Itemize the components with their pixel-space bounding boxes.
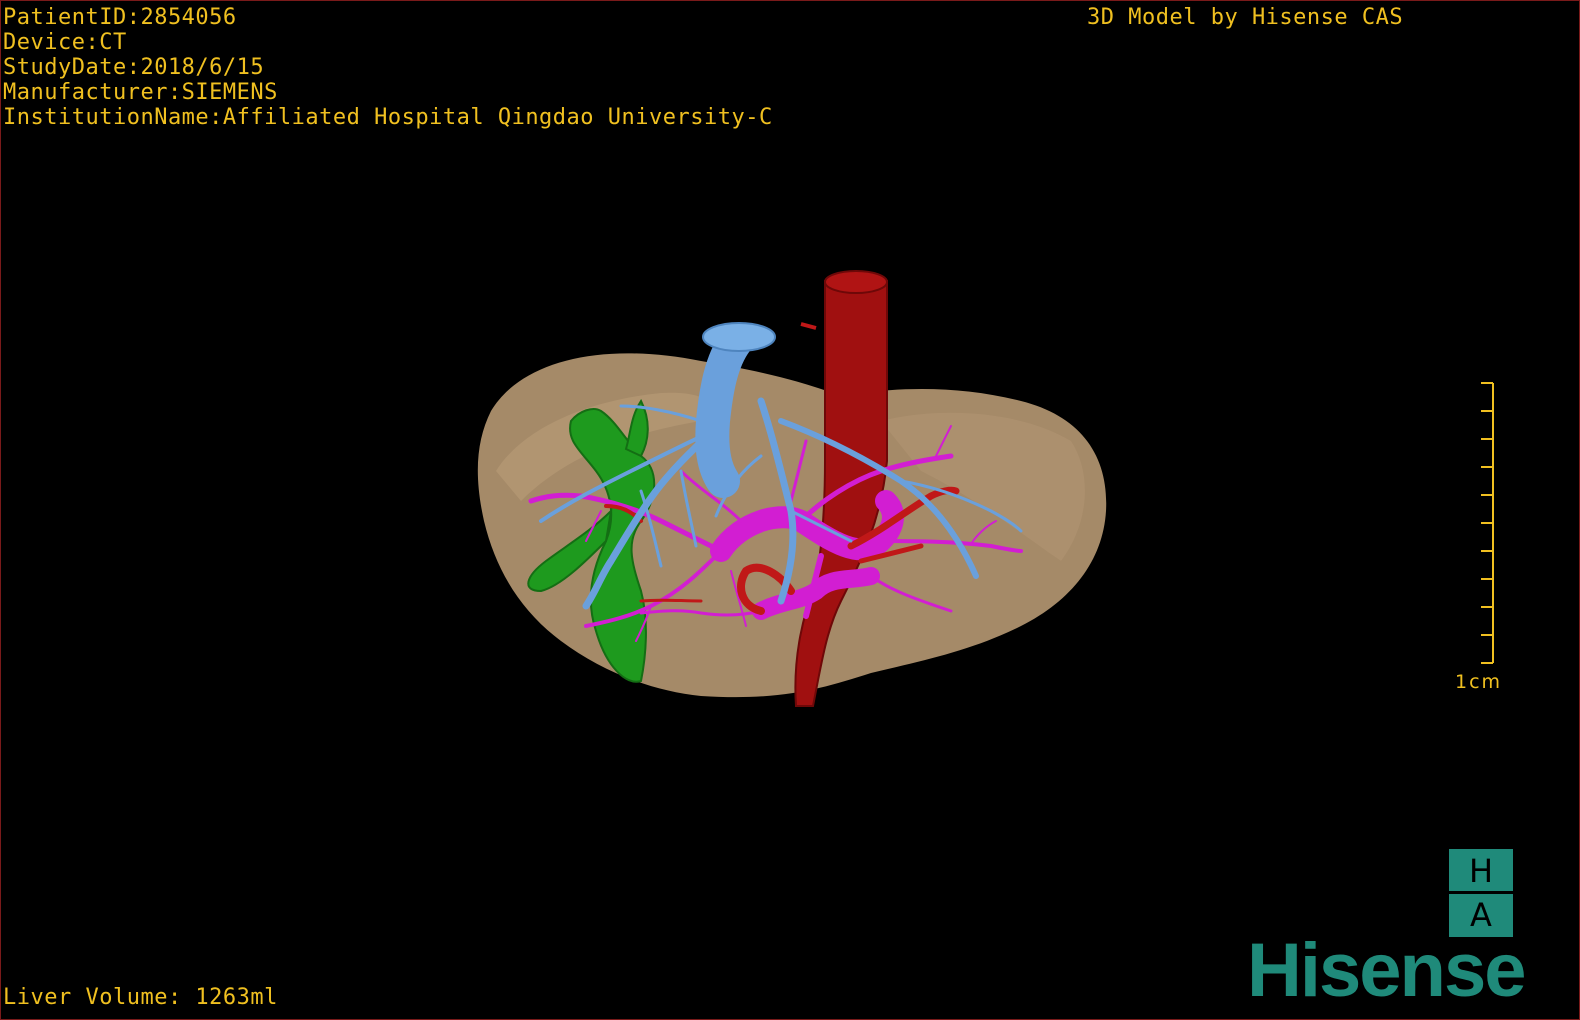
logo-letter-top: H (1468, 852, 1494, 890)
liver-volume-label: Liver Volume: 1263ml (3, 985, 278, 1010)
hisense-logo: Hisense (1247, 928, 1526, 1013)
vena-cava-top (702, 322, 776, 352)
device-label: Device:CT (3, 30, 127, 55)
logo-divider (1449, 891, 1513, 894)
dicom-metadata: PatientID:2854056 Device:CT StudyDate:20… (3, 5, 773, 130)
study-date-label: StudyDate:2018/6/15 (3, 55, 265, 80)
patient-id-label: PatientID:2854056 (3, 5, 237, 30)
model-credit-label: 3D Model by Hisense CAS (1087, 5, 1404, 30)
liver-3d-model[interactable] (1, 1, 1579, 1019)
render-viewport[interactable]: PatientID:2854056 Device:CT StudyDate:20… (0, 0, 1580, 1020)
manufacturer-label: Manufacturer:SIEMENS (3, 80, 278, 105)
scale-bar-label: 1cm (1455, 671, 1503, 693)
institution-label: InstitutionName:Affiliated Hospital Qing… (3, 105, 773, 130)
scale-bar (1481, 382, 1494, 664)
ha-logo: H A (1449, 849, 1513, 937)
